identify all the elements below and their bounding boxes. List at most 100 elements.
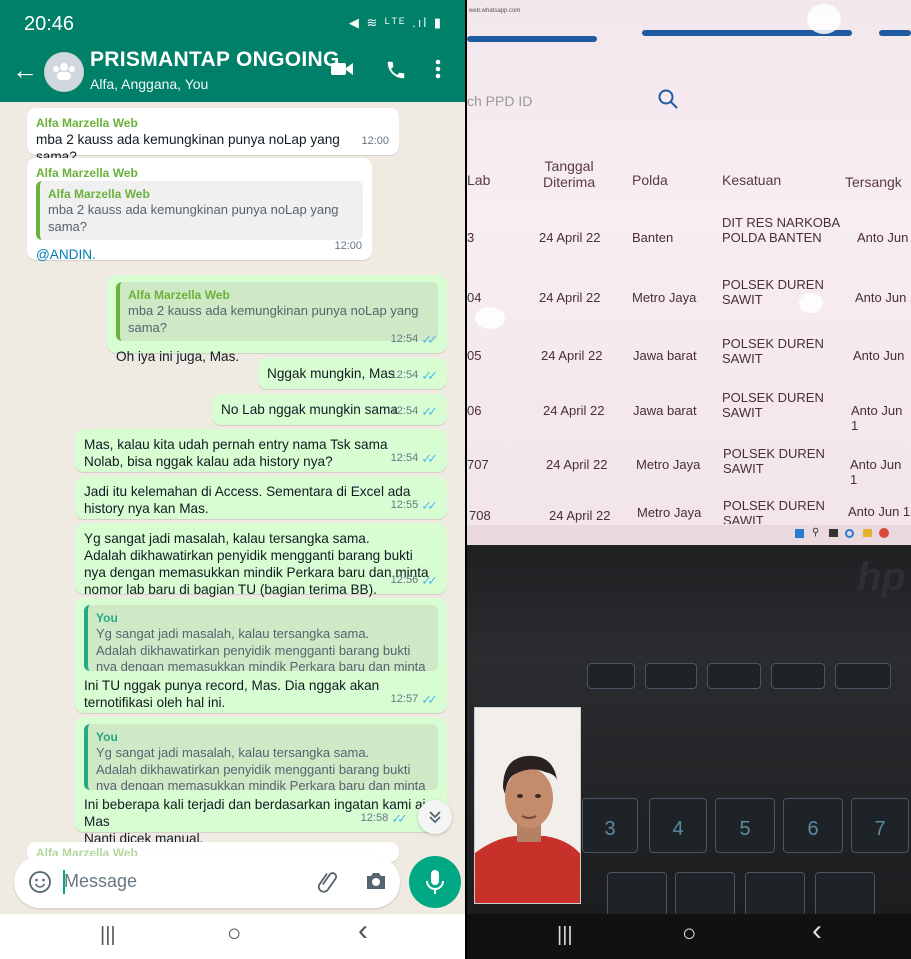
- message-meta: 12:54 ✓✓: [391, 403, 438, 420]
- message-outgoing[interactable]: You Yg sangat jadi masalah, kalau tersan…: [75, 598, 447, 713]
- recent-apps-icon[interactable]: |||: [100, 924, 116, 947]
- keyboard-key-3: 3: [582, 798, 638, 853]
- home-icon[interactable]: ○: [682, 920, 697, 948]
- message-incoming[interactable]: Alfa Marzella Web mba 2 kauss ada kemung…: [27, 108, 399, 164]
- message-outgoing[interactable]: Nggak mungkin, Mas 12:54 ✓✓: [258, 358, 447, 389]
- keyboard-key-7: 7: [851, 798, 909, 853]
- keyboard-key: [675, 872, 735, 917]
- read-ticks-icon: ✓✓: [421, 573, 438, 588]
- search-icon: [658, 89, 678, 109]
- browser-url: web.whatsapp.com: [469, 8, 521, 14]
- light-glare: [475, 307, 505, 329]
- chat-header: ← PRISMANTAP ONGOING Alfa, Anggana, You: [0, 44, 465, 102]
- camera-icon[interactable]: [364, 870, 388, 897]
- message-text: Ini TU nggak punya record, Mas. Dia ngga…: [84, 678, 380, 710]
- message-list[interactable]: Alfa Marzella Web mba 2 kauss ada kemung…: [0, 102, 465, 862]
- quoted-message[interactable]: You Yg sangat jadi masalah, kalau tersan…: [84, 605, 438, 671]
- back-icon[interactable]: ‹: [812, 914, 822, 948]
- table-cell: Metro Jaya: [636, 457, 701, 472]
- keyboard-key: [815, 872, 875, 917]
- status-bar: 20:46 ◀ ≋ ᴸᵀᴱ .ıl ▮: [0, 0, 465, 44]
- mention-link[interactable]: @ANDIN.: [36, 246, 363, 263]
- status-time: 20:46: [24, 13, 75, 35]
- keyboard-key: [835, 663, 891, 689]
- self-camera-preview[interactable]: [474, 707, 581, 904]
- status-icons: ◀ ≋ ᴸᵀᴱ .ıl ▮: [348, 15, 443, 30]
- message-time: 12:54: [390, 369, 419, 381]
- microphone-icon: [426, 870, 444, 894]
- message-meta: 12:00: [361, 133, 389, 150]
- table-cell: 24 April 22: [543, 403, 605, 418]
- home-icon[interactable]: ○: [227, 920, 242, 948]
- android-nav-bar: ||| ○ ‹: [0, 914, 465, 959]
- windows-taskbar: ⚲: [467, 525, 911, 545]
- message-outgoing[interactable]: Alfa Marzella Web mba 2 kauss ada kemung…: [107, 275, 447, 364]
- table-cell: POLSEK DUREN SAWIT: [722, 336, 824, 366]
- whatsapp-screen: 20:46 ◀ ≋ ᴸᵀᴱ .ıl ▮ ← PRISMANTAP ONGOING…: [0, 0, 465, 959]
- message-meta: 12:55 ✓✓: [390, 497, 438, 514]
- person-thumbnail: [475, 708, 580, 903]
- message-input[interactable]: Message: [64, 871, 137, 892]
- group-avatar[interactable]: [44, 52, 84, 92]
- message-sender: Alfa Marzella Web: [36, 166, 138, 180]
- chat-title[interactable]: PRISMANTAP ONGOING: [90, 48, 340, 72]
- table-cell: Anto Jun: [853, 348, 905, 363]
- message-time: 12:55: [390, 499, 419, 511]
- message-time: 12:58: [360, 812, 389, 824]
- table-cell: POLSEK DUREN SAWIT: [723, 446, 825, 476]
- message-text: Yg sangat jadi masalah, kalau tersangka …: [84, 531, 429, 597]
- taskbar-search-icon: ⚲: [812, 527, 820, 538]
- double-chevron-down-icon: [429, 811, 441, 824]
- quoted-sender: Alfa Marzella Web: [128, 288, 230, 302]
- hp-logo: hp: [857, 555, 906, 599]
- table-cell: 24 April 22: [549, 508, 611, 523]
- keyboard-key: [771, 663, 825, 689]
- message-outgoing[interactable]: Yg sangat jadi masalah, kalau tersangka …: [75, 523, 447, 597]
- voice-record-button[interactable]: [409, 856, 461, 908]
- quoted-message[interactable]: You Yg sangat jadi masalah, kalau tersan…: [84, 724, 438, 790]
- video-call-icon[interactable]: [330, 60, 354, 83]
- taskbar-chrome-icon: [879, 528, 889, 538]
- scroll-down-button[interactable]: [418, 800, 452, 834]
- quoted-text: mba 2 kauss ada kemungkinan punya noLap …: [128, 303, 419, 335]
- message-outgoing[interactable]: Mas, kalau kita udah pernah entry nama T…: [75, 429, 447, 472]
- table-cell: POLSEK DUREN SAWIT: [722, 390, 824, 420]
- message-outgoing[interactable]: No Lab nggak mungkin sama 12:54 ✓✓: [212, 394, 447, 425]
- table-cell: Jawa barat: [633, 348, 697, 363]
- emoji-icon[interactable]: [28, 870, 52, 899]
- recent-apps-icon[interactable]: |||: [557, 924, 573, 947]
- taskbar-folder-icon: [863, 529, 872, 537]
- keyboard-key: [707, 663, 761, 689]
- keyboard-key: [607, 872, 667, 917]
- read-ticks-icon: ✓✓: [421, 498, 438, 513]
- keyboard-key: [745, 872, 805, 917]
- message-outgoing[interactable]: Jadi itu kelemahan di Access. Sementara …: [75, 476, 447, 519]
- voice-call-icon[interactable]: [385, 59, 407, 86]
- attach-icon[interactable]: [316, 869, 340, 900]
- quoted-message[interactable]: Alfa Marzella Web mba 2 kauss ada kemung…: [36, 181, 363, 240]
- message-sender: Alfa Marzella Web: [36, 116, 138, 130]
- table-cell: DIT RES NARKOBA POLDA BANTEN: [722, 215, 841, 245]
- message-input-bar[interactable]: Message: [14, 856, 400, 908]
- windows-start-icon: [795, 529, 804, 538]
- back-icon[interactable]: ‹: [358, 914, 368, 948]
- message-meta: 12:54 ✓✓: [390, 367, 438, 384]
- table-cell: Metro Jaya: [637, 505, 702, 520]
- table-cell: 05: [467, 348, 482, 363]
- android-nav-bar-dark: ||| ○ ‹: [467, 914, 911, 959]
- table-cell: 708: [469, 508, 491, 523]
- keyboard-key-4: 4: [649, 798, 707, 853]
- chat-participants[interactable]: Alfa, Anggana, You: [90, 76, 208, 92]
- quoted-sender: Alfa Marzella Web: [48, 187, 150, 201]
- quoted-sender: You: [96, 611, 118, 625]
- back-arrow-icon[interactable]: ←: [12, 57, 38, 83]
- read-ticks-icon: ✓✓: [391, 811, 408, 826]
- light-glare: [807, 4, 841, 34]
- message-text: Mas, kalau kita udah pernah entry nama T…: [84, 437, 388, 469]
- message-outgoing[interactable]: You Yg sangat jadi masalah, kalau tersan…: [75, 717, 447, 846]
- tab-bar: [467, 36, 597, 42]
- message-incoming[interactable]: Alfa Marzella Web Alfa Marzella Web mba …: [27, 158, 372, 263]
- quoted-text: Yg sangat jadi masalah, kalau tersangka …: [96, 626, 426, 671]
- more-options-icon[interactable]: [435, 58, 441, 85]
- table-cell: Anto Jun: [855, 290, 907, 305]
